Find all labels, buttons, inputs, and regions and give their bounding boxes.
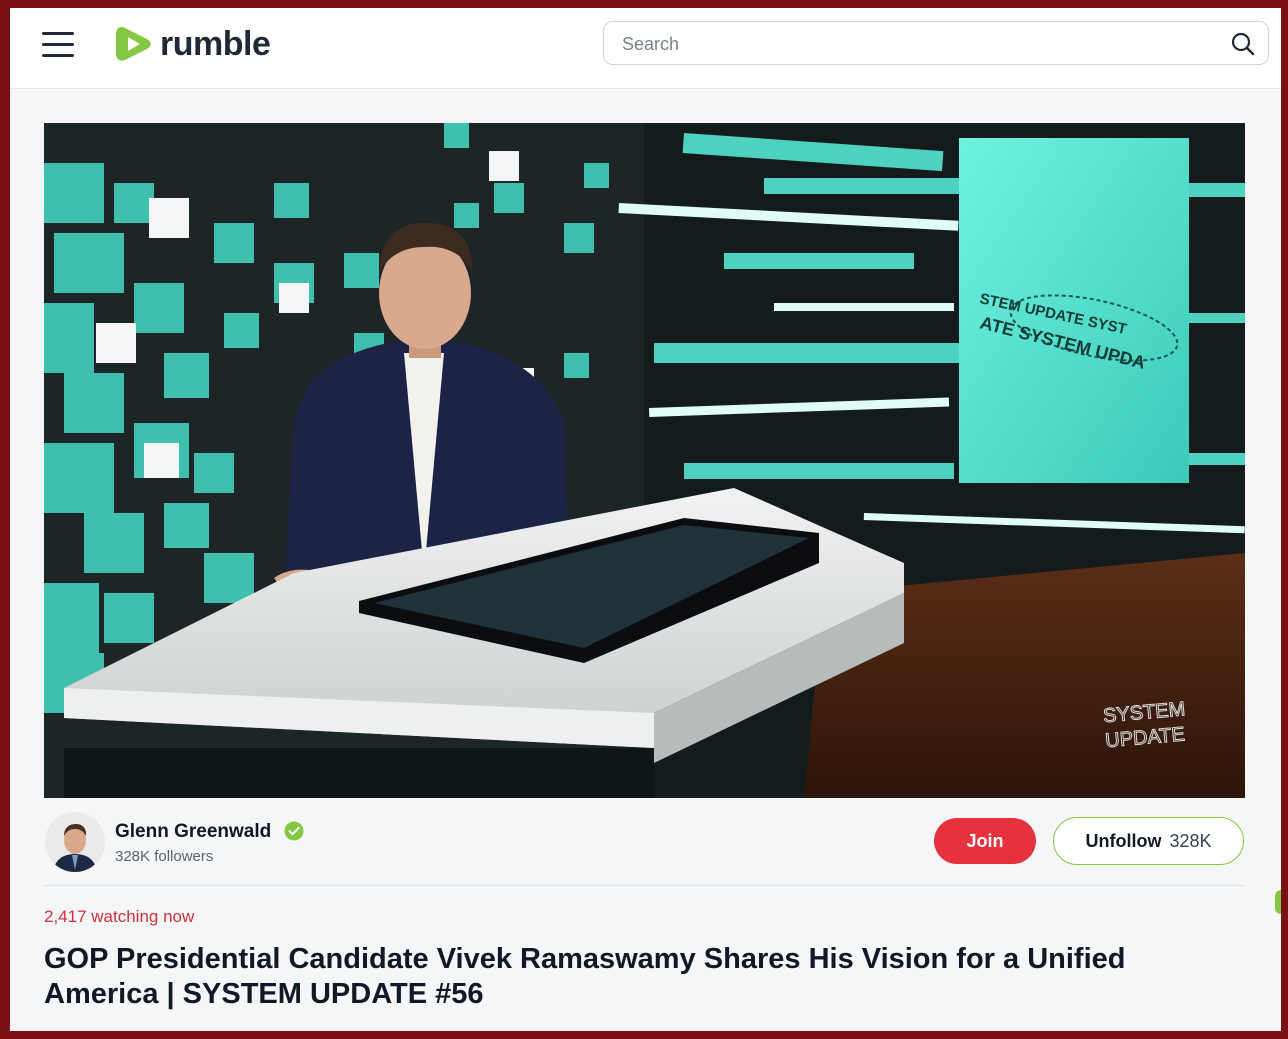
follower-count: 328K followers [115,848,214,865]
edge-indicator [1275,890,1281,914]
live-watching-count: 2,417 watching now [44,907,195,926]
channel-name[interactable]: Glenn Greenwald [115,821,271,843]
channel-avatar[interactable] [45,812,105,872]
rumble-logo[interactable]: rumble [114,22,271,66]
verified-check-icon [284,821,304,841]
studio-screen: STEM UPDATE SYST ATE SYSTEM UPDA [959,138,1189,483]
unfollow-label: Unfollow [1085,830,1162,851]
unfollow-button[interactable]: Unfollow 328K [1053,817,1244,865]
section-divider [44,885,1245,886]
search-bar [603,21,1269,66]
search-input[interactable] [620,22,1214,66]
page-frame: rumble Search STEM UPDATE SYST ATE SYSTE… [10,8,1281,1031]
video-frame: STEM UPDATE SYST ATE SYSTEM UPDA SYSTEM … [44,123,1245,798]
video-player[interactable]: STEM UPDATE SYST ATE SYSTEM UPDA SYSTEM … [44,123,1245,798]
join-button[interactable]: Join [934,818,1036,864]
top-header: rumble [10,8,1281,89]
rumble-play-icon [116,27,151,61]
hamburger-menu-icon[interactable] [42,32,74,58]
search-icon[interactable] [1230,31,1256,57]
logo-wordmark: rumble [160,24,271,63]
video-title: GOP Presidential Candidate Vivek Ramaswa… [44,943,1126,1010]
unfollow-count: 328K [1169,830,1212,851]
